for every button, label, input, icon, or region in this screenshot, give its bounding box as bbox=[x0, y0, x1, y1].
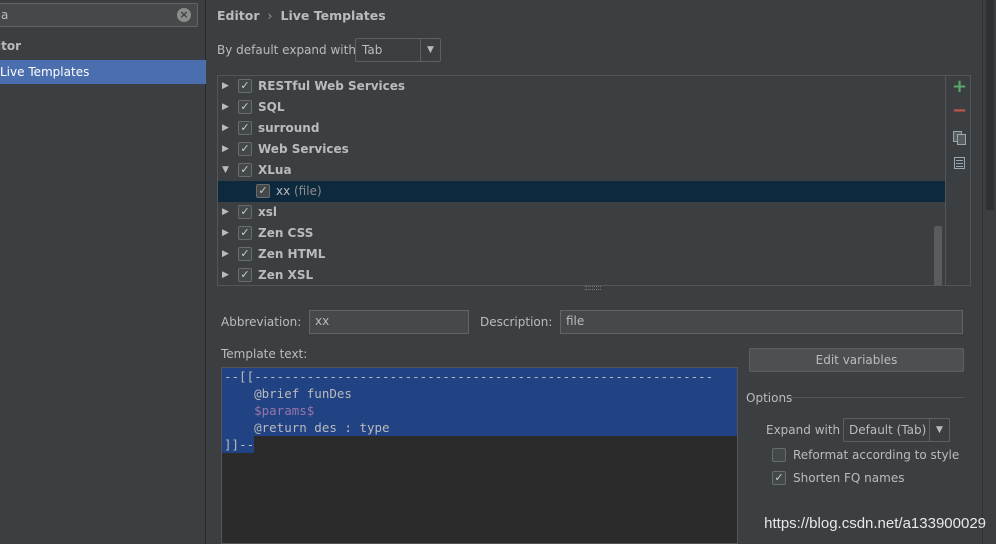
breadcrumb-separator: › bbox=[267, 8, 273, 23]
expand-default-label: By default expand with bbox=[217, 43, 356, 57]
expand-arrow-icon[interactable]: ▼ bbox=[222, 160, 229, 181]
splitter-handle[interactable] bbox=[585, 286, 601, 290]
code-line: @return des : type bbox=[224, 420, 390, 435]
tree-checkbox[interactable]: ✓ bbox=[238, 226, 252, 240]
code-line: --[[------------------------------------… bbox=[224, 369, 714, 384]
tree-toolbar: + − bbox=[945, 76, 970, 285]
tree-checkbox[interactable]: ✓ bbox=[238, 142, 252, 156]
tree-checkbox[interactable]: ✓ bbox=[238, 247, 252, 261]
tree-row-template[interactable]: ✓ xx (file) bbox=[218, 181, 945, 202]
list-icon[interactable] bbox=[952, 156, 966, 170]
tree-row-label: xx bbox=[276, 184, 291, 198]
tree-row-group[interactable]: ▶ ✓ Zen XSL bbox=[218, 265, 945, 285]
tree-row-label: Zen XSL bbox=[258, 268, 314, 282]
expand-with-select[interactable]: Default (Tab) ▼ bbox=[843, 418, 950, 442]
shorten-fq-checkbox[interactable]: ✓ bbox=[772, 471, 786, 485]
abbreviation-label: Abbreviation: bbox=[221, 315, 302, 329]
tree-checkbox[interactable]: ✓ bbox=[238, 268, 252, 282]
expand-arrow-icon[interactable]: ▶ bbox=[222, 265, 229, 285]
expand-arrow-icon[interactable]: ▶ bbox=[222, 76, 229, 97]
code-line: ]]-- bbox=[224, 437, 255, 452]
options-divider bbox=[791, 397, 964, 398]
add-icon[interactable]: + bbox=[952, 78, 967, 96]
tree-row-label: surround bbox=[258, 121, 320, 135]
tree-row-label: Web Services bbox=[258, 142, 349, 156]
template-text-editor[interactable]: --[[------------------------------------… bbox=[221, 367, 738, 544]
expand-default-select[interactable]: Tab ▼ bbox=[355, 38, 441, 62]
edit-variables-button[interactable]: Edit variables bbox=[749, 348, 964, 372]
tree-checkbox[interactable]: ✓ bbox=[238, 163, 252, 177]
panel-scrollbar-thumb[interactable] bbox=[986, 0, 994, 210]
search-value: a bbox=[1, 8, 9, 22]
tree-row-label: xsl bbox=[258, 205, 277, 219]
tree-row-label: Zen HTML bbox=[258, 247, 326, 261]
tree-row-label: Zen CSS bbox=[258, 226, 314, 240]
expand-arrow-icon[interactable]: ▶ bbox=[222, 244, 229, 265]
tree-row-label: SQL bbox=[258, 100, 285, 114]
breadcrumb: Editor › Live Templates bbox=[217, 8, 386, 23]
tree-row-group[interactable]: ▶ ✓ surround bbox=[218, 118, 945, 139]
tree-row-label: RESTful Web Services bbox=[258, 79, 406, 93]
description-label: Description: bbox=[480, 315, 553, 329]
expand-arrow-icon[interactable]: ▶ bbox=[222, 223, 229, 244]
clear-icon[interactable]: × bbox=[177, 8, 191, 22]
abbreviation-field[interactable]: xx bbox=[309, 310, 469, 334]
tree-row-label: XLua bbox=[258, 163, 292, 177]
watermark: https://blog.csdn.net/a133900029 bbox=[764, 515, 986, 532]
reformat-label[interactable]: Reformat according to style bbox=[793, 448, 959, 462]
tree-row-group[interactable]: ▶ ✓ xsl bbox=[218, 202, 945, 223]
tree-row-group[interactable]: ▶ ✓ Zen HTML bbox=[218, 244, 945, 265]
panel-scrollbar[interactable] bbox=[982, 0, 996, 544]
expand-default-value: Tab bbox=[362, 43, 383, 57]
tree-scrollbar[interactable] bbox=[934, 226, 942, 285]
tree-checkbox[interactable]: ✓ bbox=[256, 184, 270, 198]
breadcrumb-root[interactable]: Editor bbox=[217, 8, 260, 23]
tree-row-group[interactable]: ▶ ✓ SQL bbox=[218, 97, 945, 118]
breadcrumb-current: Live Templates bbox=[280, 8, 386, 23]
tree-checkbox[interactable]: ✓ bbox=[238, 79, 252, 93]
expand-arrow-icon[interactable]: ▶ bbox=[222, 118, 229, 139]
template-text-label: Template text: bbox=[221, 347, 308, 361]
live-templates-panel: Editor › Live Templates By default expand … bbox=[207, 0, 996, 544]
tree-row-group[interactable]: ▶ ✓ RESTful Web Services bbox=[218, 76, 945, 97]
tree-row-group[interactable]: ▶ ✓ Web Services bbox=[218, 139, 945, 160]
tree-checkbox[interactable]: ✓ bbox=[238, 205, 252, 219]
settings-search-input[interactable]: a × bbox=[0, 3, 198, 27]
shorten-fq-label[interactable]: Shorten FQ names bbox=[793, 471, 904, 485]
tree-checkbox[interactable]: ✓ bbox=[238, 100, 252, 114]
code-line-variable: $params$ bbox=[224, 403, 315, 418]
expand-with-value: Default (Tab) bbox=[849, 423, 927, 437]
expand-with-label: Expand with bbox=[766, 423, 841, 437]
nav-section-editor[interactable]: itor bbox=[0, 39, 21, 53]
remove-icon[interactable]: − bbox=[952, 102, 967, 120]
chevron-down-icon: ▼ bbox=[929, 419, 949, 441]
nav-item-label: Live Templates bbox=[0, 65, 90, 79]
tree-checkbox[interactable]: ✓ bbox=[238, 121, 252, 135]
description-field[interactable]: file bbox=[560, 310, 963, 334]
tree-row-group[interactable]: ▶ ✓ Zen CSS bbox=[218, 223, 945, 244]
chevron-down-icon: ▼ bbox=[420, 39, 440, 61]
expand-arrow-icon[interactable]: ▶ bbox=[222, 97, 229, 118]
expand-arrow-icon[interactable]: ▶ bbox=[222, 202, 229, 223]
copy-icon[interactable] bbox=[952, 131, 966, 145]
nav-item-live-templates[interactable]: Live Templates bbox=[0, 60, 206, 84]
options-title: Options bbox=[746, 391, 793, 405]
reformat-checkbox[interactable] bbox=[772, 448, 786, 462]
settings-nav-panel: a × itor Live Templates bbox=[0, 0, 206, 544]
tree-row-suffix: (file) bbox=[294, 184, 322, 198]
code-line: @brief funDes bbox=[224, 386, 352, 401]
expand-arrow-icon[interactable]: ▶ bbox=[222, 139, 229, 160]
templates-tree[interactable]: ▶ ✓ RESTful Web Services ▶ ✓ SQL ▶ ✓ surround ▶ ✓ W… bbox=[217, 75, 971, 286]
tree-row-group[interactable]: ▼ ✓ XLua bbox=[218, 160, 945, 181]
